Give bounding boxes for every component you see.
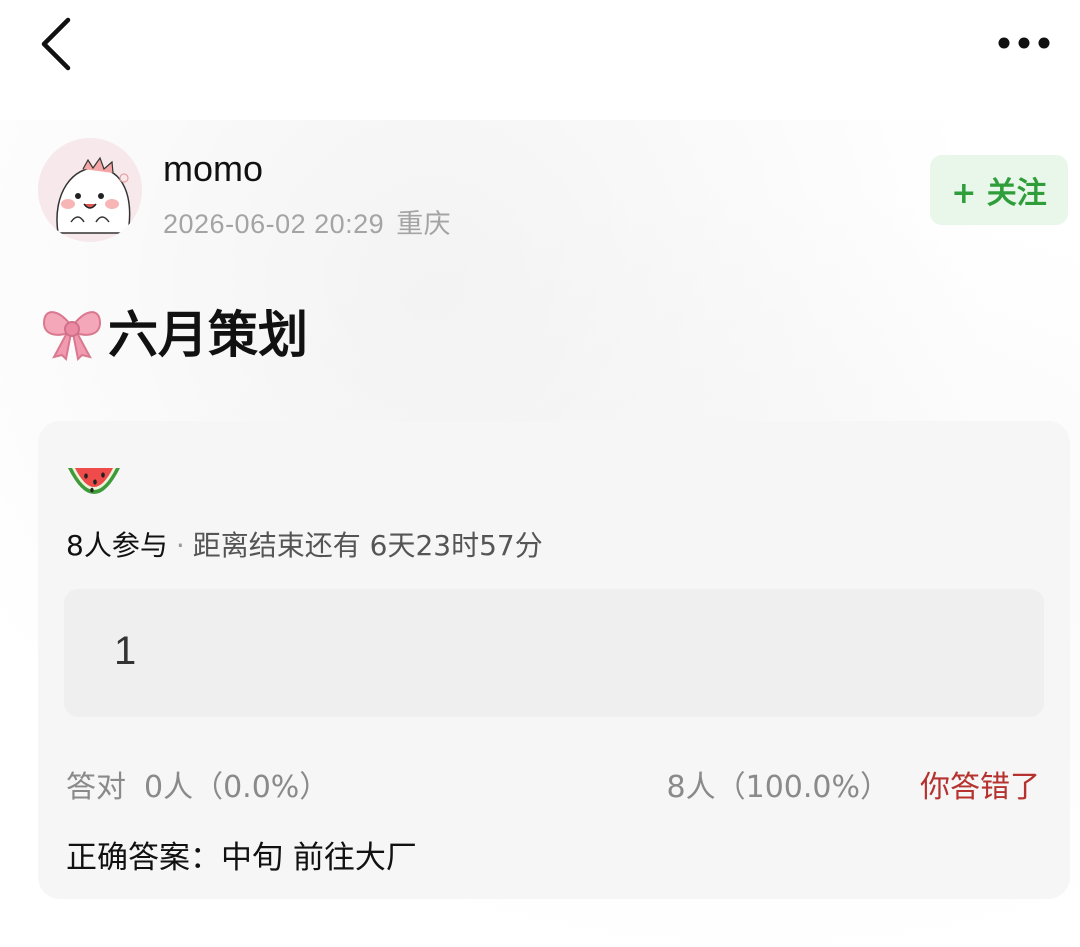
more-options-button[interactable]: [992, 20, 1062, 64]
correct-stat: 答对 0人（0.0%）: [66, 762, 329, 806]
participant-count: 8人参与: [66, 529, 168, 562]
post-detail-page: momo 2026-06-02 20:29 重庆 + 关注 六月策划 8人参与 · 距…: [0, 0, 1080, 947]
result-text: 你答错了: [920, 770, 1040, 805]
username[interactable]: momo: [163, 148, 263, 190]
avatar[interactable]: [38, 138, 142, 242]
follow-button[interactable]: + 关注: [930, 155, 1068, 225]
participation-info: 8人参与 · 距离结束还有 6天23时57分: [66, 524, 543, 564]
separator-dot: ·: [175, 529, 185, 562]
watermelon-icon: [68, 468, 120, 494]
post-title: 六月策划: [40, 296, 308, 366]
wrong-stat: 8人（100.0%） 你答错了: [667, 762, 1040, 806]
chevron-left-icon: [41, 17, 71, 71]
quiz-option[interactable]: 1: [64, 589, 1044, 717]
more-horizontal-icon: [998, 37, 1050, 49]
back-button[interactable]: [30, 12, 90, 76]
post-title-text: 六月策划: [108, 306, 308, 364]
top-navigation-bar: [0, 0, 1080, 100]
wrong-count: 8人（100.0%）: [666, 770, 890, 805]
correct-answer: 正确答案：中旬 前往大厂: [66, 840, 417, 876]
ribbon-bow-icon: [42, 311, 102, 361]
post-datetime: 2026-06-02 20:29: [163, 209, 385, 239]
countdown-text: 距离结束还有 6天23时57分: [192, 529, 543, 562]
correct-label: 答对: [66, 770, 126, 805]
quiz-option-text: 1: [114, 629, 137, 673]
post-location: 重庆: [396, 209, 452, 240]
cartoon-dinosaur-avatar-icon: [38, 138, 142, 242]
correct-count: 0人（0.0%）: [144, 770, 330, 805]
post-meta: 2026-06-02 20:29 重庆: [163, 202, 451, 241]
